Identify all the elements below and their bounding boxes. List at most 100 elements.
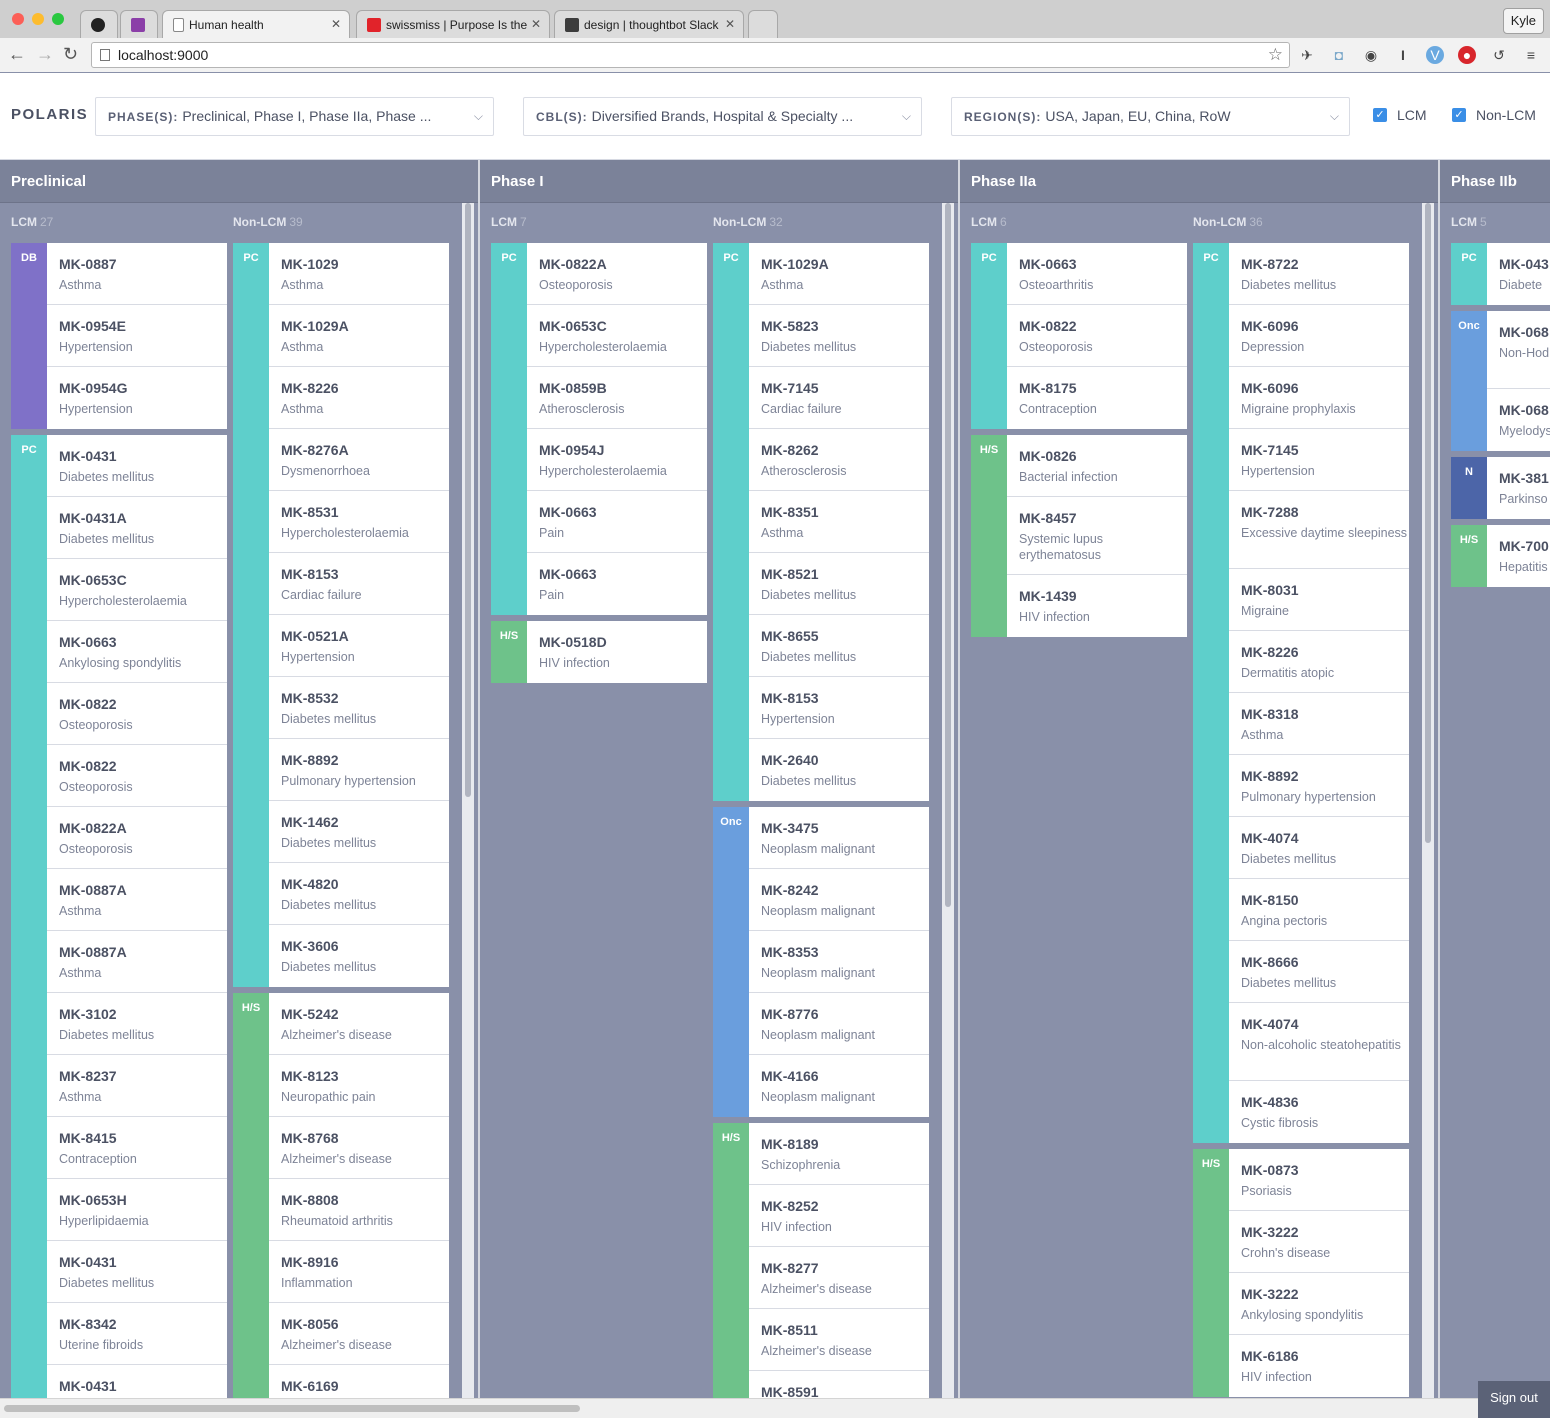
compound-card[interactable]: MK-0954J Hypercholesterolaemia (527, 429, 707, 491)
compound-card[interactable]: MK-0653C Hypercholesterolaemia (527, 305, 707, 367)
compound-card[interactable]: MK-0822 Osteoporosis (47, 683, 227, 745)
compound-card[interactable]: MK-3606 Diabetes mellitus (269, 925, 449, 987)
compound-card[interactable]: MK-8768 Alzheimer's disease (269, 1117, 449, 1179)
compound-card[interactable]: MK-8722 Diabetes mellitus (1229, 243, 1409, 305)
tab-swissmiss[interactable]: swissmiss | Purpose Is the ✕ (356, 10, 550, 38)
compound-card[interactable]: MK-3475 Neoplasm malignant (749, 807, 929, 869)
compound-card[interactable]: MK-2640 Diabetes mellitus (749, 739, 929, 801)
compound-card[interactable]: MK-8776 Neoplasm malignant (749, 993, 929, 1055)
compound-card[interactable]: MK-8242 Neoplasm malignant (749, 869, 929, 931)
horizontal-scrollbar[interactable] (0, 1398, 1550, 1418)
new-tab-button[interactable] (748, 10, 778, 38)
minimize-window-button[interactable] (32, 13, 44, 25)
compound-card[interactable]: MK-8153 Hypertension (749, 677, 929, 739)
forward-arrow-icon[interactable]: → (36, 44, 54, 64)
compound-card[interactable]: MK-700 Hepatitis (1487, 525, 1550, 587)
compound-card[interactable]: MK-6186 HIV infection (1229, 1335, 1409, 1397)
address-bar[interactable]: localhost:9000 ☆ (91, 42, 1290, 68)
reload-icon[interactable]: ↻ (63, 44, 78, 64)
compound-card[interactable]: MK-7145 Hypertension (1229, 429, 1409, 491)
pin-extension-icon[interactable]: ✈ (1298, 46, 1316, 64)
vimium-extension-icon[interactable]: V (1426, 46, 1444, 64)
compound-card[interactable]: MK-1439 HIV infection (1007, 575, 1187, 637)
compound-card[interactable]: MK-8532 Diabetes mellitus (269, 677, 449, 739)
back-arrow-icon[interactable]: ← (8, 44, 26, 64)
compound-card[interactable]: MK-8277 Alzheimer's disease (749, 1247, 929, 1309)
compound-card[interactable]: MK-8415 Contraception (47, 1117, 227, 1179)
compound-card[interactable]: MK-0663 Pain (527, 553, 707, 615)
compound-card[interactable]: MK-0521A Hypertension (269, 615, 449, 677)
compound-card[interactable]: MK-0826 Bacterial infection (1007, 435, 1187, 497)
compound-card[interactable]: MK-043 Diabete (1487, 243, 1550, 305)
compound-card[interactable]: MK-3102 Diabetes mellitus (47, 993, 227, 1055)
compound-card[interactable]: MK-5823 Diabetes mellitus (749, 305, 929, 367)
close-tab-icon[interactable]: ✕ (331, 17, 341, 31)
compound-card[interactable]: MK-0653H Hyperlipidaemia (47, 1179, 227, 1241)
cbl-filter-select[interactable]: CBL(S): Diversified Brands, Hospital & Sp… (523, 97, 922, 136)
compound-card[interactable]: MK-7145 Cardiac failure (749, 367, 929, 429)
column-scrollbar[interactable] (942, 203, 954, 1398)
scrollbar-thumb[interactable] (945, 203, 951, 907)
non-lcm-checkbox[interactable]: ✓ Non-LCM (1452, 107, 1536, 123)
compound-card[interactable]: MK-1029 Asthma (269, 243, 449, 305)
column-scrollbar[interactable] (462, 203, 474, 1398)
compound-card[interactable]: MK-4820 Diabetes mellitus (269, 863, 449, 925)
compound-card[interactable]: MK-8153 Cardiac failure (269, 553, 449, 615)
compound-card[interactable]: MK-4166 Neoplasm malignant (749, 1055, 929, 1117)
compound-card[interactable]: MK-0822A Osteoporosis (47, 807, 227, 869)
sign-out-button[interactable]: Sign out (1478, 1381, 1550, 1418)
zoom-window-button[interactable] (52, 13, 64, 25)
compound-card[interactable]: MK-8457 Systemic lupus erythematosus (1007, 497, 1187, 575)
compound-card[interactable]: MK-0518D HIV infection (527, 621, 707, 683)
compound-card[interactable]: MK-8655 Diabetes mellitus (749, 615, 929, 677)
tab-slack[interactable]: design | thoughtbot Slack ✕ (554, 10, 744, 38)
refresh-extension-icon[interactable]: ↺ (1490, 46, 1508, 64)
compound-card[interactable]: MK-0663 Osteoarthritis (1007, 243, 1187, 305)
compound-card[interactable]: MK-1029A Asthma (269, 305, 449, 367)
compound-card[interactable]: MK-0822 Osteoporosis (1007, 305, 1187, 367)
compound-card[interactable]: MK-8252 HIV infection (749, 1185, 929, 1247)
compound-card[interactable]: MK-8916 Inflammation (269, 1241, 449, 1303)
compound-card[interactable]: MK-8237 Asthma (47, 1055, 227, 1117)
compound-card[interactable]: MK-0431 (47, 1365, 227, 1398)
tab-github[interactable] (80, 10, 118, 38)
compound-card[interactable]: MK-0887A Asthma (47, 869, 227, 931)
compound-card[interactable]: MK-6169 (269, 1365, 449, 1398)
compound-card[interactable]: MK-8892 Pulmonary hypertension (269, 739, 449, 801)
tab-trello[interactable] (120, 10, 158, 38)
compound-card[interactable]: MK-8175 Contraception (1007, 367, 1187, 429)
compound-card[interactable]: MK-8262 Atherosclerosis (749, 429, 929, 491)
compound-card[interactable]: MK-0663 Ankylosing spondylitis (47, 621, 227, 683)
compound-card[interactable]: MK-4074 Diabetes mellitus (1229, 817, 1409, 879)
scrollbar-thumb[interactable] (465, 203, 471, 797)
compound-card[interactable]: MK-8123 Neuropathic pain (269, 1055, 449, 1117)
profile-button[interactable]: Kyle (1502, 8, 1544, 34)
compound-card[interactable]: MK-8511 Alzheimer's disease (749, 1309, 929, 1371)
compound-card[interactable]: MK-8031 Migraine (1229, 569, 1409, 631)
compound-card[interactable]: MK-381 Parkinso (1487, 457, 1550, 519)
column-scrollbar[interactable] (1422, 203, 1434, 1398)
adblock-extension-icon[interactable]: ● (1458, 46, 1476, 64)
compound-card[interactable]: MK-8521 Diabetes mellitus (749, 553, 929, 615)
compound-card[interactable]: MK-4074 Non-alcoholic steatohepatitis (1229, 1003, 1409, 1081)
compound-card[interactable]: MK-8342 Uterine fibroids (47, 1303, 227, 1365)
compound-card[interactable]: MK-6096 Depression (1229, 305, 1409, 367)
compound-card[interactable]: MK-7288 Excessive daytime sleepiness (1229, 491, 1409, 569)
scrollbar-thumb[interactable] (4, 1405, 580, 1412)
compound-card[interactable]: MK-8226 Asthma (269, 367, 449, 429)
compound-card[interactable]: MK-0663 Pain (527, 491, 707, 553)
lcm-checkbox[interactable]: ✓ LCM (1373, 107, 1427, 123)
compound-card[interactable]: MK-0431 Diabetes mellitus (47, 435, 227, 497)
compound-card[interactable]: MK-4836 Cystic fibrosis (1229, 1081, 1409, 1143)
compound-card[interactable]: MK-0887A Asthma (47, 931, 227, 993)
compound-card[interactable]: MK-068 Myelodys (1487, 389, 1550, 451)
menu-icon[interactable]: ≡ (1522, 46, 1540, 64)
onepassword-extension-icon[interactable]: ◉ (1362, 46, 1380, 64)
compound-card[interactable]: MK-0873 Psoriasis (1229, 1149, 1409, 1211)
compound-card[interactable]: MK-0653C Hypercholesterolaemia (47, 559, 227, 621)
compound-card[interactable]: MK-068 Non-Hod unspecif indolent (1487, 311, 1550, 389)
compound-card[interactable]: MK-5242 Alzheimer's disease (269, 993, 449, 1055)
compound-card[interactable]: MK-8892 Pulmonary hypertension (1229, 755, 1409, 817)
compound-card[interactable]: MK-3222 Crohn's disease (1229, 1211, 1409, 1273)
compound-card[interactable]: MK-0822A Osteoporosis (527, 243, 707, 305)
